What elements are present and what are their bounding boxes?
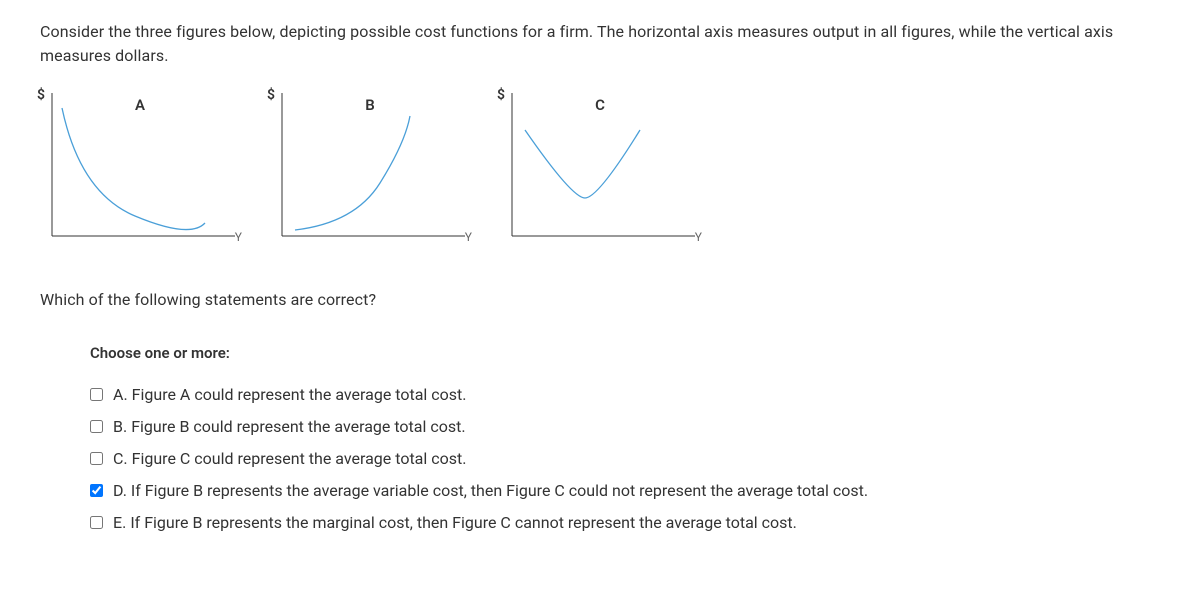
figures-row: $ A Y $ B Y $ C Y — [40, 88, 1160, 248]
option-text: Figure B could represent the average tot… — [131, 417, 465, 436]
option-c: C.Figure C could represent the average t… — [90, 447, 1160, 471]
question-text: Which of the following statements are co… — [40, 288, 1160, 312]
option-text: Figure C could represent the average tot… — [132, 449, 467, 468]
axis-y-label: $ — [497, 85, 505, 106]
option-e-checkbox[interactable] — [90, 516, 103, 529]
option-d-checkbox[interactable] — [90, 484, 103, 497]
option-a-checkbox[interactable] — [90, 388, 103, 401]
axis-x-label: Y — [465, 228, 472, 246]
option-letter: B. — [113, 417, 127, 436]
figure-a-title: A — [135, 94, 145, 117]
option-b-checkbox[interactable] — [90, 420, 103, 433]
answer-choices: Choose one or more: A.Figure A could rep… — [90, 342, 1160, 535]
figure-c: $ C Y — [500, 88, 700, 248]
option-b: B.Figure B could represent the average t… — [90, 415, 1160, 439]
option-letter: A. — [113, 385, 128, 404]
figure-c-title: C — [595, 94, 605, 117]
choice-prompt: Choose one or more: — [90, 342, 1160, 365]
axis-x-label: Y — [695, 228, 702, 246]
figure-b-title: B — [365, 94, 375, 117]
option-letter: E. — [113, 513, 126, 532]
option-text: If Figure B represents the marginal cost… — [130, 513, 797, 532]
option-c-checkbox[interactable] — [90, 452, 103, 465]
figure-a: $ A Y — [40, 88, 240, 248]
option-a: A.Figure A could represent the average t… — [90, 383, 1160, 407]
option-letter: C. — [113, 449, 128, 468]
option-letter: D. — [113, 481, 127, 500]
axis-x-label: Y — [235, 228, 242, 246]
axis-y-label: $ — [37, 85, 45, 106]
option-text: Figure A could represent the average tot… — [132, 385, 467, 404]
option-text: If Figure B represents the average varia… — [131, 481, 868, 500]
option-e: E.If Figure B represents the marginal co… — [90, 511, 1160, 535]
option-d: D.If Figure B represents the average var… — [90, 479, 1160, 503]
question-intro: Consider the three figures below, depict… — [40, 20, 1160, 68]
axis-y-label: $ — [267, 85, 275, 106]
figure-b: $ B Y — [270, 88, 470, 248]
